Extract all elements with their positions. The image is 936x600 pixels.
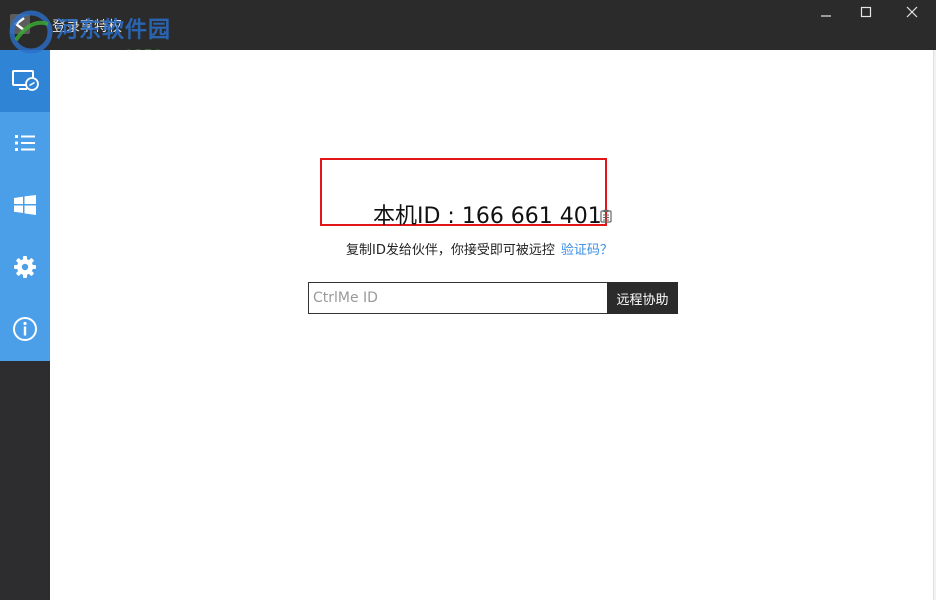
- share-hint-text: 复制ID发给伙伴，你接受即可被远控: [346, 243, 555, 258]
- remote-desktop-icon: [12, 70, 39, 91]
- window-title: 登录享特权: [52, 19, 122, 35]
- sidebar-item-about[interactable]: [0, 298, 50, 360]
- clipboard-icon: [600, 209, 612, 223]
- remote-assist-button[interactable]: 远程协助: [607, 282, 678, 314]
- back-button[interactable]: [6, 10, 34, 38]
- sidebar-item-list[interactable]: [0, 112, 50, 174]
- back-arrow-icon: [10, 14, 30, 34]
- info-icon: [13, 317, 37, 341]
- list-icon: [15, 135, 35, 151]
- partner-id-input[interactable]: [308, 282, 608, 314]
- windows-icon: [14, 195, 36, 215]
- minimize-icon: [821, 15, 831, 17]
- sidebar-item-settings[interactable]: [0, 236, 50, 298]
- sidebar: [0, 50, 50, 600]
- title-bar: 登录享特权: [0, 0, 936, 50]
- close-icon: [906, 6, 918, 18]
- sidebar-item-windows[interactable]: [0, 174, 50, 236]
- machine-id: 本机ID : 166 661 401: [373, 204, 602, 229]
- minimize-button[interactable]: [806, 6, 846, 26]
- copy-id-button[interactable]: [600, 208, 612, 227]
- close-button[interactable]: [892, 6, 932, 26]
- gear-icon: [14, 256, 36, 278]
- maximize-icon: [860, 6, 872, 18]
- sidebar-item-remote[interactable]: [0, 50, 50, 112]
- sidebar-nav: [0, 50, 50, 361]
- maximize-button[interactable]: [846, 6, 886, 26]
- main-content: [51, 50, 933, 600]
- verify-code-link[interactable]: 验证码？: [561, 243, 613, 258]
- share-hint: 复制ID发给伙伴，你接受即可被远控 验证码？: [346, 239, 613, 258]
